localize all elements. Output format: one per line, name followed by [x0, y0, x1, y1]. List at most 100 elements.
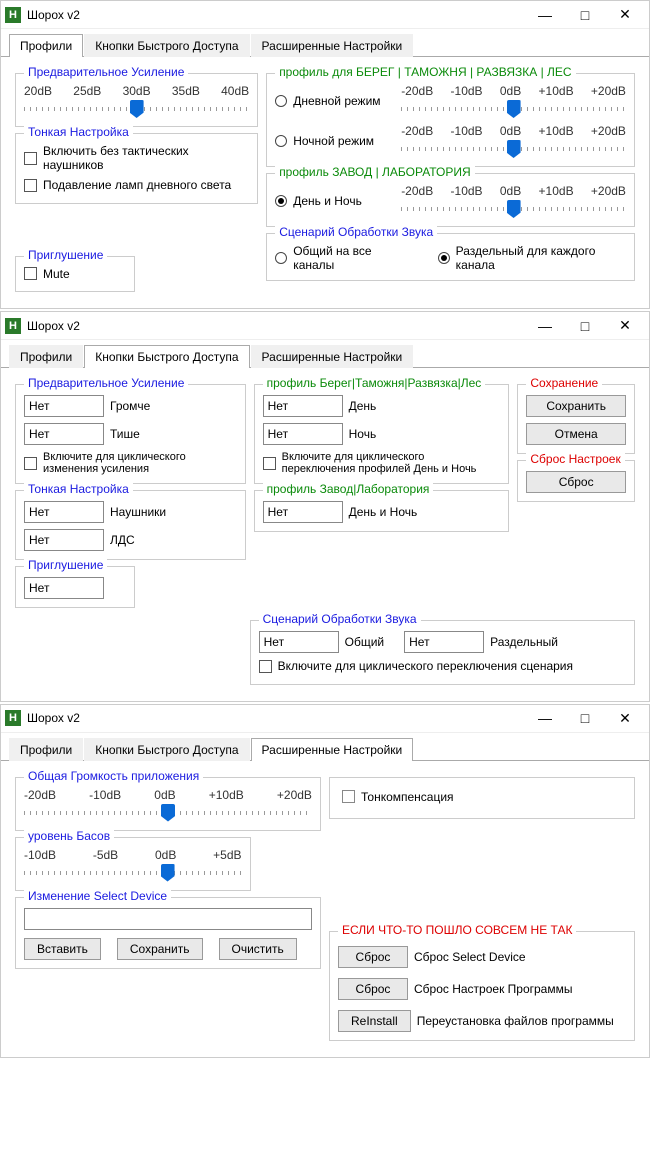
tick: +20dB [277, 788, 312, 802]
tick: 0dB [154, 788, 175, 802]
checkbox-tone[interactable]: Тонкомпенсация [342, 790, 454, 804]
tick: 0dB [155, 848, 176, 862]
radio-night[interactable] [275, 135, 287, 147]
group-profile-zavod: профиль ЗАВОД | ЛАБОРАТОРИЯ День и Ночь … [266, 173, 635, 227]
separate-input[interactable] [404, 631, 484, 653]
group-fine-tune: Тонкая Настройка Включить без тактически… [15, 133, 258, 204]
close-button[interactable]: ✕ [605, 3, 645, 27]
tick: +10dB [209, 788, 244, 802]
titlebar[interactable]: H Шорох v2 — □ ✕ [1, 1, 649, 29]
tick: 20dB [24, 84, 52, 98]
clear-button[interactable]: Очистить [219, 938, 297, 960]
tick: +20dB [591, 124, 626, 138]
tick: 0dB [500, 124, 521, 138]
checkbox-no-headset[interactable]: Включить без тактических наушников [24, 144, 249, 172]
minimize-button[interactable]: — [525, 706, 565, 730]
day-slider[interactable] [401, 100, 626, 118]
louder-input[interactable] [24, 395, 104, 417]
bass-slider[interactable] [24, 864, 242, 882]
close-button[interactable]: ✕ [605, 706, 645, 730]
group-title: профиль Берег|Таможня|Развязка|Лес [263, 376, 486, 390]
close-button[interactable]: ✕ [605, 314, 645, 338]
group-title: профиль для БЕРЕГ | ТАМОЖНЯ | РАЗВЯЗКА |… [275, 65, 575, 79]
reinstall-button[interactable]: ReInstall [338, 1010, 411, 1032]
minimize-button[interactable]: — [525, 3, 565, 27]
reset-settings-button[interactable]: Сброс [338, 978, 408, 1000]
lds-input[interactable] [24, 529, 104, 551]
volume-slider[interactable] [24, 804, 312, 822]
group-title: уровень Басов [24, 829, 114, 843]
tab-quick[interactable]: Кнопки Быстрого Доступа [84, 345, 249, 368]
checkbox-cyclic-preamp[interactable]: Включите для циклического изменения усил… [24, 451, 237, 475]
radio-label: Общий на все каналы [293, 244, 407, 272]
checkbox-cyclic-profile[interactable]: Включите для циклического переключения п… [263, 451, 501, 475]
group-title: Приглушение [24, 558, 107, 572]
radio-label: Дневной режим [293, 94, 380, 108]
tick: +5dB [213, 848, 241, 862]
day-input[interactable] [263, 395, 343, 417]
tick: +10dB [539, 184, 574, 198]
group-mute: Приглушение Mute [15, 256, 135, 293]
group-mute: Приглушение [15, 566, 135, 608]
tab-quick[interactable]: Кнопки Быстрого Доступа [84, 34, 249, 57]
titlebar[interactable]: H Шорох v2 — □ ✕ [1, 312, 649, 340]
maximize-button[interactable]: □ [565, 706, 605, 730]
group-title: профиль Завод|Лаборатория [263, 482, 434, 496]
night-input[interactable] [263, 423, 343, 445]
headphones-input[interactable] [24, 501, 104, 523]
tab-advanced[interactable]: Расширенные Настройки [251, 34, 414, 57]
maximize-button[interactable]: □ [565, 3, 605, 27]
tick: -10dB [89, 788, 121, 802]
group-preamp: Предварительное Усиление Громче Тише Вкл… [15, 384, 246, 484]
tab-advanced[interactable]: Расширенные Настройки [251, 345, 414, 368]
tab-profiles[interactable]: Профили [9, 345, 83, 368]
group-title: Общая Громкость приложения [24, 769, 203, 783]
maximize-button[interactable]: □ [565, 314, 605, 338]
reset-device-button[interactable]: Сброс [338, 946, 408, 968]
radio-daynight[interactable] [275, 195, 287, 207]
checkbox-cyclic-scenario[interactable]: Включите для циклического переключения с… [259, 659, 573, 673]
tick: 35dB [172, 84, 200, 98]
night-slider[interactable] [401, 140, 626, 158]
daynight-input[interactable] [263, 501, 343, 523]
radio-shared[interactable] [275, 252, 287, 264]
tab-advanced[interactable]: Расширенные Настройки [251, 738, 414, 761]
checkbox-label: Включить без тактических наушников [43, 144, 249, 172]
quieter-input[interactable] [24, 423, 104, 445]
device-input[interactable] [24, 908, 312, 930]
tabs: Профили Кнопки Быстрого Доступа Расширен… [1, 29, 649, 57]
group-title: Изменение Select Device [24, 889, 171, 903]
group-reset: Сброс Настроек Сброс [517, 460, 635, 502]
tab-quick[interactable]: Кнопки Быстрого Доступа [84, 738, 249, 761]
tick: -10dB [24, 848, 56, 862]
group-title: Сброс Настроек [526, 452, 624, 466]
group-title: Предварительное Усиление [24, 65, 188, 79]
checkbox-lamp-suppress[interactable]: Подавление ламп дневного света [24, 178, 231, 192]
radio-separate[interactable] [438, 252, 450, 264]
app-icon: H [5, 318, 21, 334]
tick: +10dB [539, 84, 574, 98]
radio-day[interactable] [275, 95, 287, 107]
preamp-slider[interactable] [24, 100, 249, 118]
titlebar[interactable]: H Шорох v2 — □ ✕ [1, 705, 649, 733]
tab-profiles[interactable]: Профили [9, 738, 83, 761]
group-title: Тонкая Настройка [24, 125, 133, 139]
save-button[interactable]: Сохранить [526, 395, 626, 417]
checkbox-mute[interactable]: Mute [24, 267, 70, 281]
tick: 40dB [221, 84, 249, 98]
group-tone: Тонкомпенсация [329, 777, 635, 820]
shared-input[interactable] [259, 631, 339, 653]
reset-button[interactable]: Сброс [526, 471, 626, 493]
tick: 30dB [123, 84, 151, 98]
paste-button[interactable]: Вставить [24, 938, 101, 960]
tab-profiles[interactable]: Профили [9, 34, 83, 57]
cancel-button[interactable]: Отмена [526, 423, 626, 445]
app-title: Шорох v2 [27, 711, 525, 725]
tick: +20dB [591, 184, 626, 198]
group-bereg: профиль Берег|Таможня|Развязка|Лес День … [254, 384, 510, 484]
zavod-slider[interactable] [401, 200, 626, 218]
minimize-button[interactable]: — [525, 314, 565, 338]
save-device-button[interactable]: Сохранить [117, 938, 203, 960]
mute-input[interactable] [24, 577, 104, 599]
checkbox-label: Включите для циклического переключения п… [282, 451, 501, 475]
